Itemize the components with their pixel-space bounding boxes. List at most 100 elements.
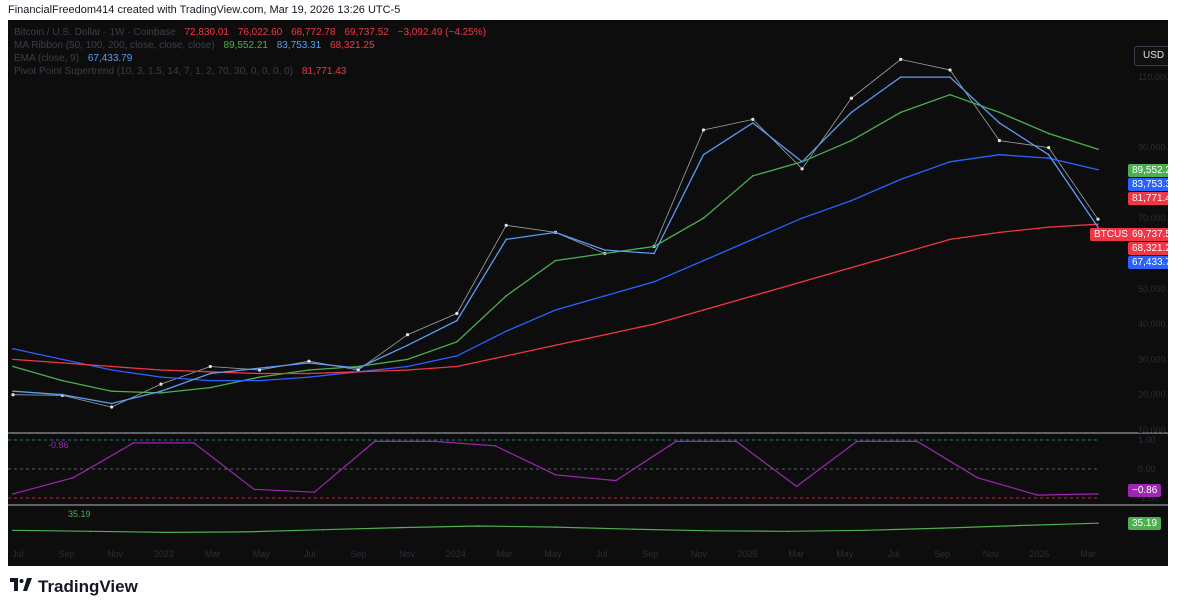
series-point <box>209 370 212 373</box>
osc1-axis-label: 0.00 <box>1138 464 1156 474</box>
series-point <box>110 365 113 368</box>
series-point <box>554 259 557 262</box>
series-point <box>850 139 853 142</box>
osc1-point <box>12 493 14 495</box>
legend-open: 72,830.01 <box>184 27 230 38</box>
osc1-point <box>916 440 918 443</box>
series-point <box>604 252 606 255</box>
osc1-point <box>1036 494 1039 496</box>
series-point <box>456 319 458 322</box>
time-axis-label: Sep <box>350 549 366 559</box>
osc2-point <box>399 526 402 529</box>
series-point <box>110 405 114 409</box>
series-point <box>160 369 162 371</box>
osc1-point <box>1097 493 1099 495</box>
series-point <box>751 238 754 241</box>
osc1-point <box>494 445 497 447</box>
time-axis-label: Jul <box>888 549 900 559</box>
series-point <box>1047 153 1050 156</box>
series-point <box>949 76 951 78</box>
time-axis-label: 2023 <box>154 549 174 559</box>
series-point <box>949 160 951 163</box>
series-point <box>899 111 902 114</box>
series-point <box>61 393 64 396</box>
series-point <box>258 379 261 382</box>
legend-high: 76,022.60 <box>237 27 283 38</box>
series-point <box>850 111 853 114</box>
series-point <box>258 367 261 370</box>
currency-selector[interactable]: USD <box>1134 46 1168 66</box>
chart-svg[interactable]: 110,000.0090,000.0080,000.0070,000.0060,… <box>8 20 1168 566</box>
series-point <box>505 330 507 332</box>
legend-row-price: Bitcoin / U.S. Dollar · 1W · Coinbase 72… <box>14 26 492 39</box>
series-point <box>405 333 410 337</box>
osc1-label: -0.86 <box>48 440 69 450</box>
series-point <box>357 365 360 368</box>
series-point <box>701 128 706 132</box>
time-axis-label: May <box>836 549 854 559</box>
series-point <box>456 365 458 368</box>
series-point <box>751 295 754 297</box>
osc1-value-tag: −0.86 <box>1128 484 1162 497</box>
osc1-point <box>675 440 677 443</box>
series-point <box>554 231 557 234</box>
series-point <box>997 138 1001 143</box>
tradingview-logo-text: TradingView <box>38 577 138 596</box>
time-axis-label: Nov <box>399 549 416 559</box>
series-point <box>554 344 557 347</box>
series-point <box>308 369 310 371</box>
legend-symbol: Bitcoin / U.S. Dollar · 1W · Coinbase <box>14 27 176 38</box>
osc2-point <box>89 530 92 533</box>
price-tag-ma50: 89,552.21 <box>1128 164 1168 177</box>
series-point <box>258 376 261 378</box>
series-point <box>850 266 853 269</box>
price-tag-ma100: 83,753.31 <box>1128 178 1168 191</box>
series-point <box>12 358 14 361</box>
tradingview-logo-icon <box>10 577 32 597</box>
time-axis-label: Nov <box>691 549 708 559</box>
legend-ema-value: 67,433.79 <box>87 53 133 64</box>
price-axis-label: 70,000.00 <box>1138 213 1168 223</box>
osc2-value-tag: 35.19 <box>1128 517 1162 530</box>
osc1-point <box>313 491 316 494</box>
series-point <box>209 372 212 375</box>
price-axis-label: 30,000.00 <box>1138 354 1168 364</box>
legend-close: 69,737.52 <box>344 27 389 38</box>
series-point <box>258 372 261 375</box>
series-point <box>702 259 705 262</box>
osc2-point <box>1097 522 1099 525</box>
series-point <box>653 280 655 283</box>
series-point <box>406 344 409 347</box>
legend-ma-50: 89,552.21 <box>223 40 268 51</box>
price-axis-label: 110,000.00 <box>1138 72 1168 82</box>
time-axis-label: Mar <box>205 549 221 559</box>
osc1-point <box>373 440 376 443</box>
osc2-point <box>477 525 479 527</box>
time-axis-label: May <box>253 549 271 559</box>
series-point <box>998 231 1001 234</box>
series-point <box>12 348 14 350</box>
time-axis-label: 2024 <box>446 549 466 559</box>
osc1-point <box>554 474 557 476</box>
series-point <box>849 96 854 100</box>
series-point <box>456 355 458 357</box>
chart-area[interactable]: 110,000.0090,000.0080,000.0070,000.0060,… <box>8 20 1168 566</box>
osc1-point <box>735 440 738 443</box>
series-point <box>751 175 754 177</box>
series-point <box>455 311 459 316</box>
price-tag-ma200: 68,321.25 <box>1128 242 1168 255</box>
series-point <box>653 323 655 325</box>
legend-supertrend-label: Pivot Point Supertrend (10, 3, 1.5, 14, … <box>14 66 294 77</box>
time-axis-label: Mar <box>1080 549 1096 559</box>
series-point <box>899 76 902 78</box>
price-tag-close: 69,737.52 <box>1128 228 1168 241</box>
series-point <box>998 122 1001 124</box>
series-point <box>801 280 803 283</box>
series-point <box>1047 226 1050 228</box>
osc2-point <box>632 528 634 530</box>
series-point <box>406 365 409 368</box>
time-axis-label: Nov <box>983 549 1000 559</box>
osc2-point <box>167 531 169 534</box>
osc2-point <box>864 529 867 532</box>
osc2-label: 35.19 <box>68 509 91 519</box>
